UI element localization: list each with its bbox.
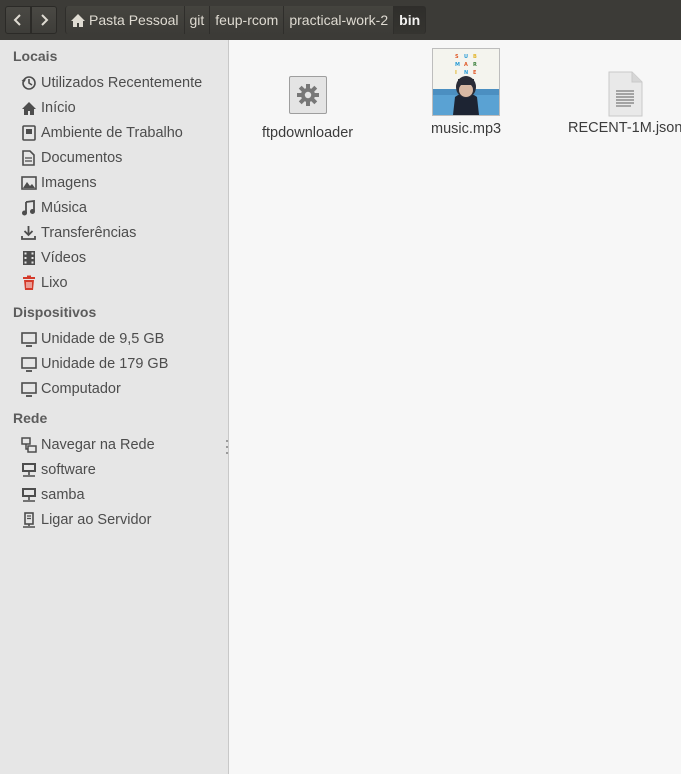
breadcrumb-label: bin [399,12,421,28]
section-title-locais: Locais [13,48,58,64]
file-item-music[interactable]: S U B M A R I N E music.mp3 [431,48,501,137]
svg-text:N: N [464,70,468,76]
sidebar-item-drive-9gb[interactable]: Unidade de 9,5 GB [20,328,164,350]
file-name: ftpdownloader [262,125,354,141]
forward-button[interactable] [31,6,57,34]
sidebar-item-label: software [41,462,96,478]
breadcrumb-label: practical-work-2 [289,12,389,28]
svg-text:S: S [455,54,459,60]
sidebar-item-music[interactable]: Música [20,197,87,219]
sidebar-item-label: Lixo [41,275,68,291]
desktop-icon [20,125,37,142]
download-icon [20,225,37,242]
sidebar-item-videos[interactable]: Vídeos [20,247,86,269]
breadcrumb-bin[interactable]: bin [394,6,427,34]
drive-icon [20,356,37,373]
sidebar-item-connect-server[interactable]: Ligar ao Servidor [20,509,151,531]
trash-icon [20,275,37,292]
section-title-rede: Rede [13,410,48,426]
sidebar-item-label: Ligar ao Servidor [41,512,152,528]
sidebar-item-software[interactable]: software [20,459,96,481]
network-share-icon [20,487,37,504]
resize-handle[interactable] [226,440,229,454]
file-name: music.mp3 [431,121,502,137]
computer-icon [20,381,37,398]
image-icon [20,175,37,192]
back-button[interactable] [5,6,31,34]
svg-text:I: I [455,70,457,76]
album-art-thumbnail: S U B M A R I N E [432,48,501,116]
sidebar-item-drive-179gb[interactable]: Unidade de 179 GB [20,353,168,375]
sidebar-item-samba[interactable]: samba [20,484,85,506]
breadcrumb-feup-rcom[interactable]: feup-rcom [210,6,285,34]
sidebar-item-images[interactable]: Imagens [20,172,97,194]
file-view[interactable]: ftpdownloader S U B M A R I N E music.mp… [230,40,681,774]
sidebar-item-label: Utilizados Recentemente [41,75,203,91]
sidebar-item-recent[interactable]: Utilizados Recentemente [20,72,202,94]
sidebar-item-label: Música [41,200,87,216]
chevron-left-icon [13,14,21,26]
breadcrumb-home[interactable]: Pasta Pessoal [65,6,185,34]
sidebar-item-label: Computador [41,381,121,397]
sidebar-item-label: samba [41,487,85,503]
sidebar-item-label: Transferências [41,225,137,241]
sidebar-item-label: Navegar na Rede [41,437,155,453]
sidebar-item-label: Unidade de 179 GB [41,356,169,372]
sidebar-item-documents[interactable]: Documentos [20,147,122,169]
sidebar: Locais Utilizados Recentemente Início Am… [0,40,229,774]
chevron-right-icon [41,14,49,26]
sidebar-item-home[interactable]: Início [20,97,76,119]
sidebar-item-label: Unidade de 9,5 GB [41,331,165,347]
breadcrumb-label: feup-rcom [215,12,279,28]
sidebar-item-label: Documentos [41,150,123,166]
file-item-recent-json[interactable]: RECENT-1M.json [568,71,681,136]
sidebar-item-browse-network[interactable]: Navegar na Rede [20,434,155,456]
sidebar-item-label: Início [41,100,76,116]
breadcrumb-label: git [189,12,205,28]
sidebar-item-label: Imagens [41,175,97,191]
file-name: RECENT-1M.json [568,120,681,136]
svg-text:A: A [464,62,468,68]
network-share-icon [20,462,37,479]
sidebar-item-downloads[interactable]: Transferências [20,222,136,244]
file-item-ftpdownloader[interactable]: ftpdownloader [262,75,353,141]
home-icon [20,100,37,117]
sidebar-item-label: Vídeos [41,250,87,266]
music-icon [20,200,37,217]
sidebar-item-computer[interactable]: Computador [20,378,121,400]
sidebar-item-label: Ambiente de Trabalho [41,125,183,141]
toolbar: Pasta Pessoal git feup-rcom practical-wo… [0,0,681,40]
document-icon [20,150,37,167]
executable-gear-icon [288,76,327,114]
breadcrumb-label: Pasta Pessoal [89,12,179,28]
svg-text:E: E [473,70,477,76]
video-icon [20,250,37,267]
home-icon [70,13,86,28]
svg-text:M: M [455,62,460,68]
network-icon [20,437,37,454]
svg-text:R: R [473,62,477,68]
server-icon [20,512,37,529]
svg-text:B: B [473,54,477,60]
sidebar-item-trash[interactable]: Lixo [20,272,68,294]
history-icon [20,75,37,92]
drive-icon [20,331,37,348]
sidebar-item-desktop[interactable]: Ambiente de Trabalho [20,122,183,144]
text-file-icon [607,71,643,117]
section-title-dispositivos: Dispositivos [13,304,97,320]
svg-text:U: U [464,54,468,60]
breadcrumb-practical-work-2[interactable]: practical-work-2 [284,6,395,34]
breadcrumb-git[interactable]: git [184,6,211,34]
